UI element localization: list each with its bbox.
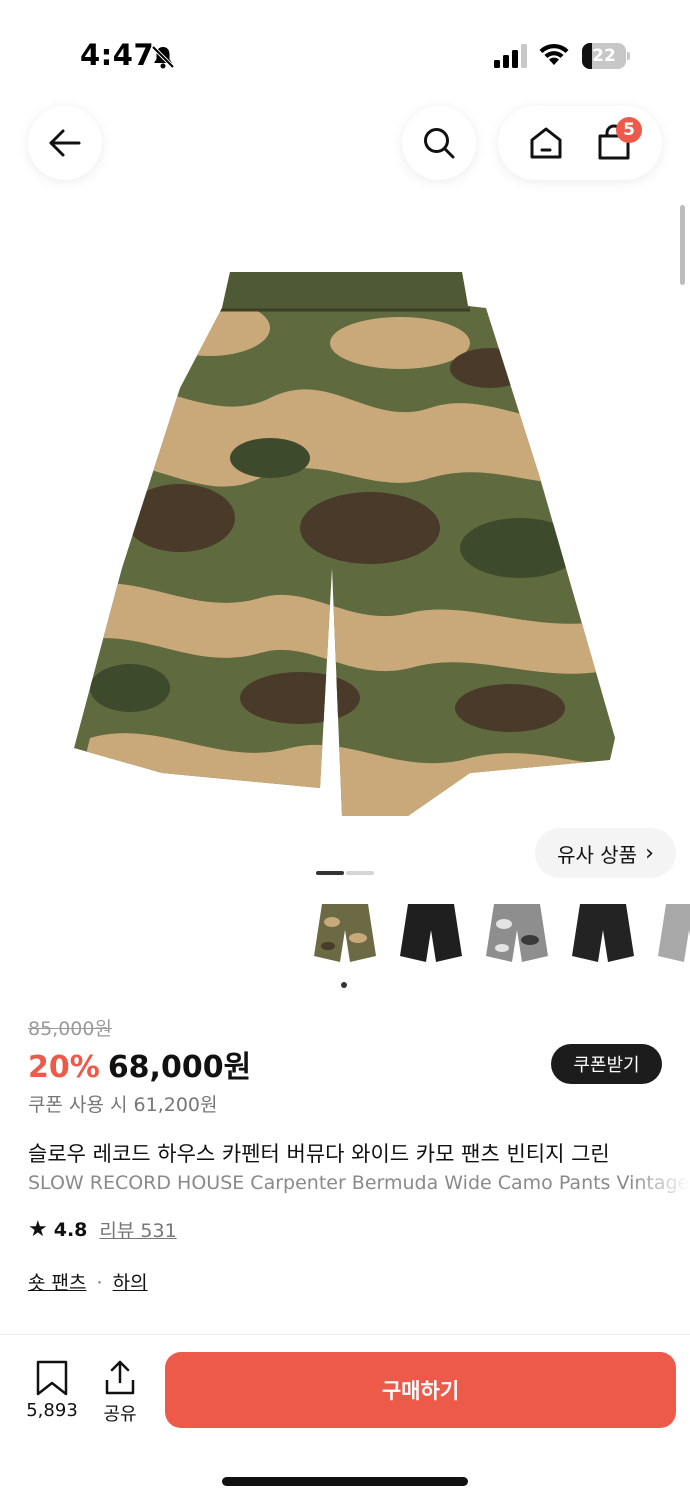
- thumbnail-camo-gray[interactable]: [482, 900, 552, 970]
- cart-button[interactable]: 5: [584, 113, 644, 173]
- bookmark-count: 5,893: [26, 1400, 78, 1421]
- sale-price: 68,000원: [107, 1050, 252, 1085]
- bookmark-icon: [36, 1360, 68, 1396]
- arrow-left-icon: [49, 129, 81, 157]
- thumbnail-black-2[interactable]: [568, 900, 638, 970]
- search-icon: [424, 128, 455, 159]
- product-title-korean: 슬로우 레코드 하우스 카펜터 버뮤다 와이드 카모 팬츠 빈티지 그린: [28, 1138, 690, 1168]
- search-button[interactable]: [402, 106, 476, 180]
- coupon-price-note: 쿠폰 사용 시 61,200원: [28, 1094, 218, 1116]
- share-label: 공유: [103, 1404, 137, 1425]
- product-title-korean-text: 슬로우 레코드 하우스 카펜터 버뮤다 와이드 카모 팬츠 빈티지 그린: [28, 1142, 610, 1166]
- pager-indicator: [346, 871, 374, 875]
- bell-slash-icon: [151, 45, 175, 69]
- get-coupon-button[interactable]: 쿠폰받기: [551, 1044, 662, 1084]
- scrollbar[interactable]: [680, 205, 685, 285]
- back-button[interactable]: [28, 106, 102, 180]
- rating-value: 4.8: [53, 1218, 88, 1241]
- category-link-shorts[interactable]: 숏 팬츠: [28, 1272, 86, 1294]
- original-price: 85,000원: [28, 1018, 112, 1040]
- battery-indicator: 22: [582, 43, 630, 69]
- star-icon: ★: [28, 1217, 48, 1242]
- thumbnail-black[interactable]: [396, 900, 466, 970]
- status-bar: 4:47 22: [0, 0, 690, 110]
- header-actions: 5: [498, 106, 662, 180]
- share-icon: [105, 1360, 135, 1395]
- home-indicator: [222, 1477, 468, 1486]
- thumbnail-selected-dot: [341, 982, 347, 988]
- cellular-signal-icon: [494, 44, 527, 68]
- review-link[interactable]: 리뷰 531: [99, 1216, 176, 1243]
- thumbnail-gray[interactable]: [654, 900, 690, 970]
- home-icon: [530, 127, 562, 159]
- chevron-right-icon: ›: [645, 840, 654, 866]
- thumbnail-camo-green[interactable]: [310, 900, 380, 970]
- battery-level: 22: [592, 46, 616, 66]
- category-separator: ·: [96, 1272, 103, 1294]
- rating-row: ★ 4.8 리뷰 531: [28, 1216, 177, 1243]
- color-thumbnails: [310, 900, 690, 970]
- category-breadcrumb: 숏 팬츠 · 하의: [28, 1268, 148, 1295]
- similar-products-button[interactable]: 유사 상품 ›: [535, 828, 676, 878]
- similar-products-label: 유사 상품: [557, 842, 638, 867]
- discount-rate: 20%: [28, 1050, 100, 1085]
- home-button[interactable]: [516, 113, 576, 173]
- price-row: 20% 68,000원: [28, 1042, 251, 1086]
- wifi-icon: [539, 43, 569, 65]
- cart-count-badge: 5: [616, 117, 642, 143]
- divider: [0, 1334, 690, 1335]
- pager-indicator-active: [316, 871, 344, 875]
- buy-button[interactable]: 구매하기: [165, 1352, 676, 1428]
- category-link-bottoms[interactable]: 하의: [113, 1272, 148, 1294]
- bookmark-button[interactable]: 5,893: [22, 1360, 82, 1426]
- share-button[interactable]: 공유: [96, 1360, 144, 1426]
- status-time: 4:47: [80, 38, 155, 72]
- product-image[interactable]: [70, 268, 618, 820]
- product-title-english-text: SLOW RECORD HOUSE Carpenter Bermuda Wide…: [28, 1172, 690, 1194]
- product-title-english: SLOW RECORD HOUSE Carpenter Bermuda Wide…: [28, 1172, 690, 1194]
